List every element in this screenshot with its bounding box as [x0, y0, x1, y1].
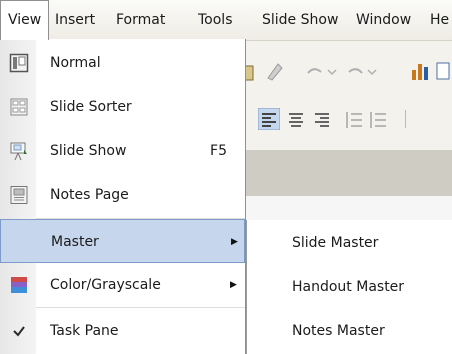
- menu-bar: View Insert Format Tools Slide Show Wind…: [0, 0, 452, 41]
- table-icon[interactable]: [436, 60, 450, 82]
- color-grayscale-icon: [11, 277, 27, 293]
- menu-item-color-grayscale[interactable]: Color/Grayscale ▶: [0, 263, 245, 307]
- redo-icon[interactable]: [346, 64, 380, 80]
- menu-help[interactable]: He: [430, 0, 449, 40]
- menu-item-task-pane[interactable]: Task Pane: [0, 309, 245, 353]
- bullet-list-icon[interactable]: [368, 108, 388, 130]
- menu-slide-show[interactable]: Slide Show: [262, 0, 338, 40]
- menu-separator: [36, 307, 245, 308]
- insert-chart-icon[interactable]: [410, 60, 432, 82]
- submenu-item-notes-master[interactable]: Notes Master: [247, 309, 452, 353]
- menu-format[interactable]: Format: [116, 0, 165, 40]
- submenu-arrow-icon: ▶: [231, 237, 238, 247]
- submenu-item-handout-master[interactable]: Handout Master: [247, 265, 452, 309]
- menu-insert[interactable]: Insert: [55, 0, 95, 40]
- menu-item-notes-page[interactable]: Notes Page: [0, 173, 245, 217]
- align-right-icon[interactable]: [312, 108, 332, 130]
- master-submenu: Slide Master Handout Master Notes Master: [246, 220, 452, 354]
- menu-tools[interactable]: Tools: [198, 0, 233, 40]
- toolbar-separator-icon: [405, 110, 406, 128]
- menu-item-slide-show[interactable]: Slide Show F5: [0, 129, 245, 173]
- task-pane-header: [240, 150, 452, 196]
- shortcut-f5: F5: [210, 143, 227, 159]
- application-window: View Insert Format Tools Slide Show Wind…: [0, 0, 452, 354]
- menu-item-normal[interactable]: Normal: [0, 41, 245, 85]
- menu-view[interactable]: View: [0, 0, 50, 40]
- numbered-list-icon[interactable]: [344, 108, 364, 130]
- notes-page-icon: [10, 186, 28, 204]
- slide-sorter-icon: [10, 98, 28, 116]
- normal-view-icon: [9, 53, 29, 73]
- undo-icon[interactable]: [304, 64, 338, 80]
- format-painter-icon[interactable]: [264, 60, 284, 82]
- standard-toolbar: [240, 52, 452, 92]
- submenu-item-slide-master[interactable]: Slide Master: [247, 221, 452, 265]
- checkmark-icon: [13, 326, 25, 337]
- menu-item-slide-sorter[interactable]: Slide Sorter: [0, 85, 245, 129]
- menu-item-master[interactable]: Master ▶: [0, 219, 245, 263]
- formatting-toolbar: [240, 98, 452, 138]
- align-center-icon[interactable]: [286, 108, 306, 130]
- align-left-icon[interactable]: [258, 108, 280, 130]
- view-dropdown-menu: Normal Slide Sorter Slide Show F5 Notes …: [0, 39, 246, 354]
- submenu-arrow-icon: ▶: [230, 280, 237, 290]
- slide-show-icon: [10, 142, 27, 161]
- menu-window[interactable]: Window: [356, 0, 411, 40]
